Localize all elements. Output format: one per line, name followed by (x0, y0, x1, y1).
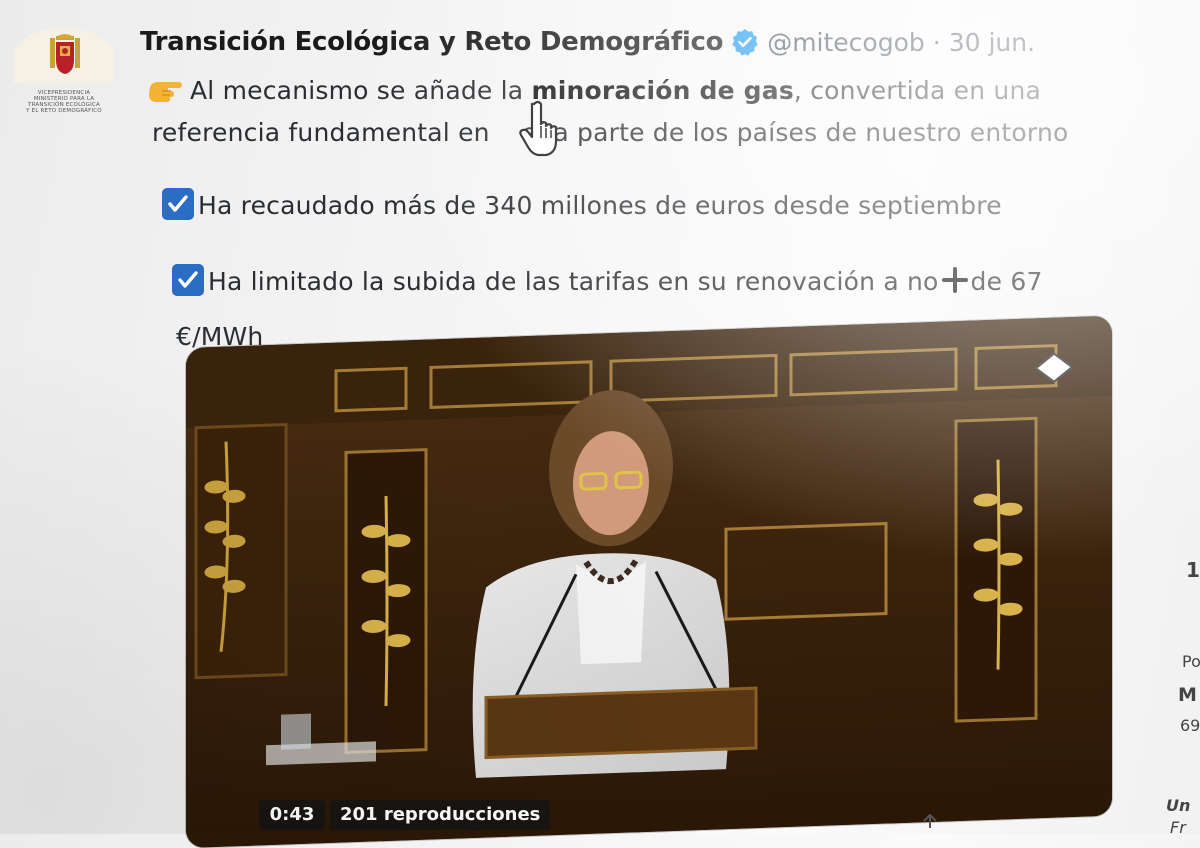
tweet-date[interactable]: 30 jun. (949, 28, 1035, 57)
bullet-2-text: Ha limitado la subida de las tarifas en … (208, 267, 939, 296)
line1-text-post: , convertida en una (793, 76, 1042, 105)
tweet-header: Transición Ecológica y Reto Demográfico … (140, 22, 1035, 62)
video-duration: 0:43 (259, 800, 325, 830)
coat-of-arms-icon (50, 34, 80, 74)
plus-icon (941, 267, 968, 293)
line1-text-pre: Al mecanismo se añade la (190, 76, 532, 105)
sidebar-fragment-f: Fr (1170, 818, 1186, 837)
avatar-caption: VICEPRESIDENCIA MINISTERIO PARA LA TRANS… (26, 90, 102, 114)
verified-badge-icon (732, 29, 758, 56)
check-box-icon (162, 188, 194, 220)
video-views: 201 reproducciones (330, 800, 551, 830)
sidebar-fragment-a: 1 (1186, 558, 1200, 582)
sidebar-fragment-c: M (1178, 684, 1197, 706)
sidebar-fragment-e: Un (1166, 796, 1191, 815)
sidebar-fragment-d: 69 (1180, 716, 1200, 735)
share-icon[interactable] (918, 814, 942, 834)
tweet-line-2: referencia fundamental en ena parte de lo… (152, 118, 1068, 147)
tweet-card: VICEPRESIDENCIA MINISTERIO PARA LA TRANS… (0, 0, 1200, 848)
handle[interactable]: @mitecogob (767, 28, 925, 57)
separator-dot: · (932, 27, 941, 57)
bullet-1-text: Ha recaudado más de 340 millones de euro… (198, 191, 1002, 220)
video-player[interactable] (186, 315, 1112, 848)
check-box-icon (172, 264, 204, 296)
display-name[interactable]: Transición Ecológica y Reto Demográfico (140, 27, 723, 57)
bullet-1: Ha recaudado más de 340 millones de euro… (162, 188, 1002, 220)
line2-text-post: ena parte de los países de nuestro entor… (521, 118, 1069, 147)
bullet-2: Ha limitado la subida de las tarifas en … (172, 264, 1043, 296)
line1-bold: minoración de gas (531, 76, 794, 105)
line2-text: referencia fundamental en (152, 118, 490, 147)
hand-cursor-icon (519, 100, 558, 157)
video-frame (186, 315, 1112, 848)
bullet-2-text-post: de 67 (970, 267, 1043, 296)
sidebar-fragment-b: Po (1182, 652, 1200, 671)
tweet-line-1: Al mecanismo se añade la minoración de g… (148, 76, 1041, 105)
pointing-hand-icon (149, 82, 182, 102)
avatar[interactable]: VICEPRESIDENCIA MINISTERIO PARA LA TRANS… (10, 28, 118, 136)
